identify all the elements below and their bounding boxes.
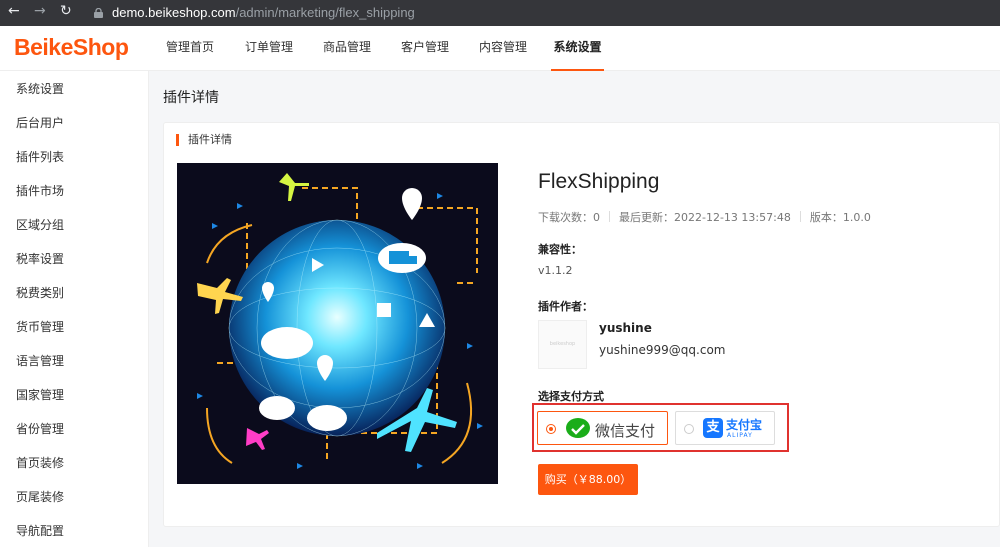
sidebar-item-tax-rates[interactable]: 税率设置 <box>16 250 64 267</box>
wechat-radio[interactable] <box>546 424 556 434</box>
sidebar-item-zones[interactable]: 区域分组 <box>16 216 64 233</box>
back-arrow-icon[interactable]: ← <box>8 3 20 19</box>
alipay-en-label: ALIPAY <box>727 432 753 439</box>
compat-value: v1.1.2 <box>538 264 573 277</box>
sidebar-item-marketplace[interactable]: 插件市场 <box>16 182 64 199</box>
wechat-icon <box>566 418 590 438</box>
payment-method-group: 微信支付 支 支付宝 ALIPAY <box>532 403 789 452</box>
card-title: 插件详情 <box>176 134 232 146</box>
url-path: /admin/marketing/flex_shipping <box>235 5 415 20</box>
plugin-detail-card: 插件详情 FlexShipping 下载次数：0 最后更新：2022-12-13… <box>163 122 1000 527</box>
payment-label: 选择支付方式 <box>538 390 604 403</box>
reload-icon[interactable]: ↻ <box>60 3 72 19</box>
menu-content[interactable]: 内容管理 <box>479 26 527 71</box>
menu-orders[interactable]: 订单管理 <box>245 26 293 71</box>
menu-settings[interactable]: 系统设置 <box>551 26 604 71</box>
sidebar-item-provinces[interactable]: 省份管理 <box>16 420 64 437</box>
wechat-pay-option[interactable]: 微信支付 <box>537 411 668 445</box>
sidebar-item-tax-classes[interactable]: 税费类别 <box>16 284 64 301</box>
logo[interactable]: BeikeShop <box>14 34 129 61</box>
plugin-meta: 下载次数：0 最后更新：2022-12-13 13:57:48 版本：1.0.0 <box>538 209 871 225</box>
buy-button[interactable]: 购买（￥88.00） <box>538 464 638 495</box>
last-updated: 最后更新：2022-12-13 13:57:48 <box>619 211 791 224</box>
sidebar-item-navigation[interactable]: 导航配置 <box>16 522 64 539</box>
lock-icon <box>94 8 103 18</box>
author-label: 插件作者： <box>538 300 593 313</box>
menu-dashboard[interactable]: 管理首页 <box>166 26 214 71</box>
browser-address-bar: ← → ↻ demo.beikeshop.com/admin/marketing… <box>0 0 1000 26</box>
plugin-version: 版本：1.0.0 <box>809 211 871 224</box>
sidebar-item-countries[interactable]: 国家管理 <box>16 386 64 403</box>
sidebar-item-system-settings[interactable]: 系统设置 <box>16 80 64 97</box>
forward-arrow-icon[interactable]: → <box>34 3 46 19</box>
page-title: 插件详情 <box>163 90 219 106</box>
sidebar-item-admin-users[interactable]: 后台用户 <box>16 114 64 131</box>
author-email: yushine999@qq.com <box>599 343 726 357</box>
menu-products[interactable]: 商品管理 <box>323 26 371 71</box>
admin-header: BeikeShop 管理首页 订单管理 商品管理 客户管理 内容管理 系统设置 <box>0 26 1000 71</box>
alipay-label: 支付宝 <box>726 418 763 432</box>
sidebar-item-plugins[interactable]: 插件列表 <box>16 148 64 165</box>
avatar: beikeshop <box>538 320 587 369</box>
download-count: 下载次数：0 <box>538 211 600 224</box>
url-host: demo.beikeshop.com <box>112 5 236 20</box>
menu-customers[interactable]: 客户管理 <box>401 26 449 71</box>
sidebar-item-home-design[interactable]: 首页装修 <box>16 454 64 471</box>
alipay-icon: 支 <box>703 418 723 438</box>
plugin-image <box>177 163 498 484</box>
alipay-radio[interactable] <box>684 424 694 434</box>
sidebar-item-languages[interactable]: 语言管理 <box>16 352 64 369</box>
compat-label: 兼容性： <box>538 243 582 256</box>
url-field[interactable]: demo.beikeshop.com/admin/marketing/flex_… <box>112 5 415 20</box>
alipay-option[interactable]: 支 支付宝 ALIPAY <box>675 411 775 445</box>
plugin-name: FlexShipping <box>538 170 660 193</box>
author-name: yushine <box>599 321 652 335</box>
sidebar: 系统设置 后台用户 插件列表 插件市场 区域分组 税率设置 税费类别 货币管理 … <box>0 71 149 547</box>
sidebar-item-footer-design[interactable]: 页尾装修 <box>16 488 64 505</box>
wechat-pay-label: 微信支付 <box>595 422 656 440</box>
sidebar-item-currencies[interactable]: 货币管理 <box>16 318 64 335</box>
